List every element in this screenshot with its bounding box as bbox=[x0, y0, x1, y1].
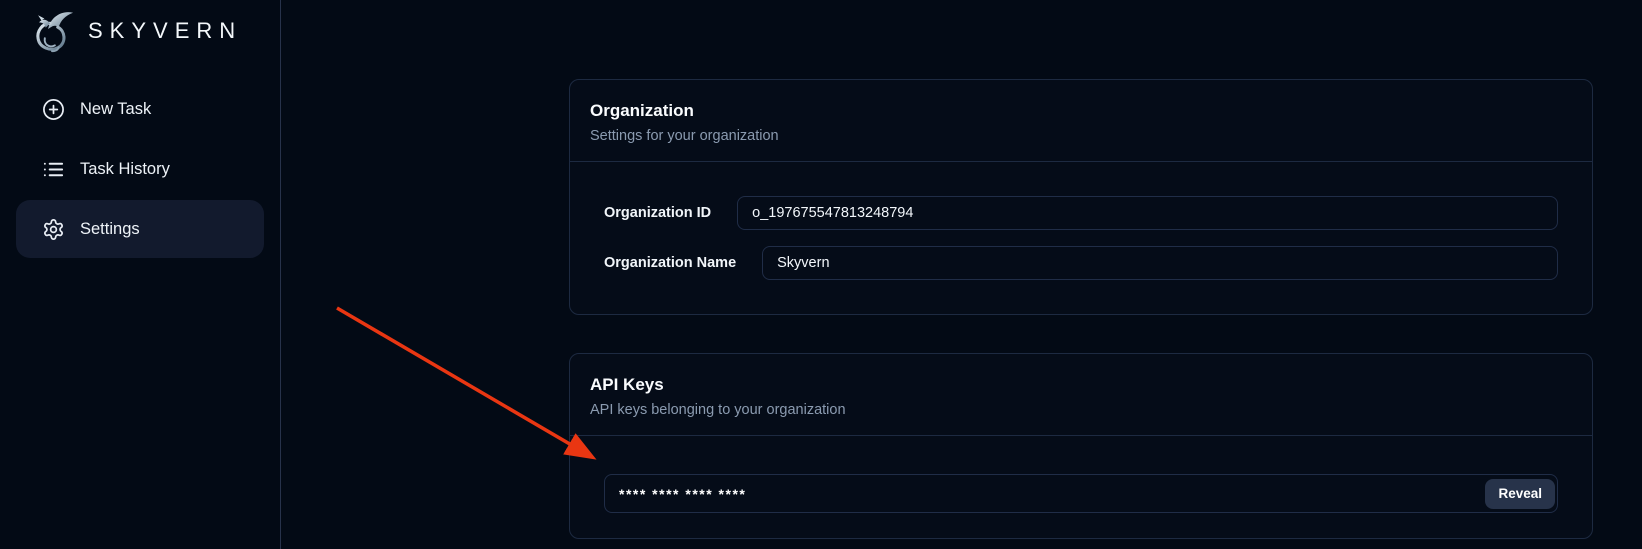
organization-id-input[interactable] bbox=[737, 196, 1558, 230]
brand-name: SKYVERN bbox=[88, 18, 242, 44]
organization-card-header: Organization Settings for your organizat… bbox=[570, 80, 1592, 162]
sidebar-item-new-task[interactable]: New Task bbox=[16, 80, 264, 138]
organization-name-input[interactable] bbox=[762, 246, 1558, 280]
gear-icon bbox=[42, 218, 65, 241]
sidebar-nav: New Task Task History Settings bbox=[0, 80, 280, 258]
api-keys-card-body: Reveal bbox=[570, 436, 1592, 538]
list-icon bbox=[42, 158, 65, 181]
api-keys-card-title: API Keys bbox=[590, 375, 1572, 395]
api-keys-card-header: API Keys API keys belonging to your orga… bbox=[570, 354, 1592, 436]
sidebar-item-settings[interactable]: Settings bbox=[16, 200, 264, 258]
organization-id-row: Organization ID bbox=[604, 196, 1558, 230]
sidebar-item-label: Settings bbox=[80, 220, 140, 239]
settings-page: Organization Settings for your organizat… bbox=[281, 0, 1642, 549]
api-key-input[interactable] bbox=[604, 474, 1558, 513]
api-key-row: Reveal bbox=[604, 474, 1558, 513]
brand-logo[interactable]: SKYVERN bbox=[0, 6, 280, 56]
api-keys-card-subtitle: API keys belonging to your organization bbox=[590, 402, 1572, 418]
sidebar-item-label: New Task bbox=[80, 100, 151, 119]
api-keys-card: API Keys API keys belonging to your orga… bbox=[569, 353, 1593, 539]
organization-card-subtitle: Settings for your organization bbox=[590, 128, 1572, 144]
organization-id-label: Organization ID bbox=[604, 205, 711, 221]
sidebar-item-task-history[interactable]: Task History bbox=[16, 140, 264, 198]
organization-card-body: Organization ID Organization Name bbox=[570, 162, 1592, 314]
reveal-button[interactable]: Reveal bbox=[1485, 479, 1555, 509]
organization-card: Organization Settings for your organizat… bbox=[569, 79, 1593, 315]
organization-card-title: Organization bbox=[590, 101, 1572, 121]
sidebar: SKYVERN New Task Task History bbox=[0, 0, 281, 549]
organization-name-label: Organization Name bbox=[604, 255, 736, 271]
plus-circle-icon bbox=[42, 98, 65, 121]
sidebar-item-label: Task History bbox=[80, 160, 170, 179]
skyvern-dragon-icon bbox=[28, 8, 76, 54]
organization-name-row: Organization Name bbox=[604, 246, 1558, 280]
